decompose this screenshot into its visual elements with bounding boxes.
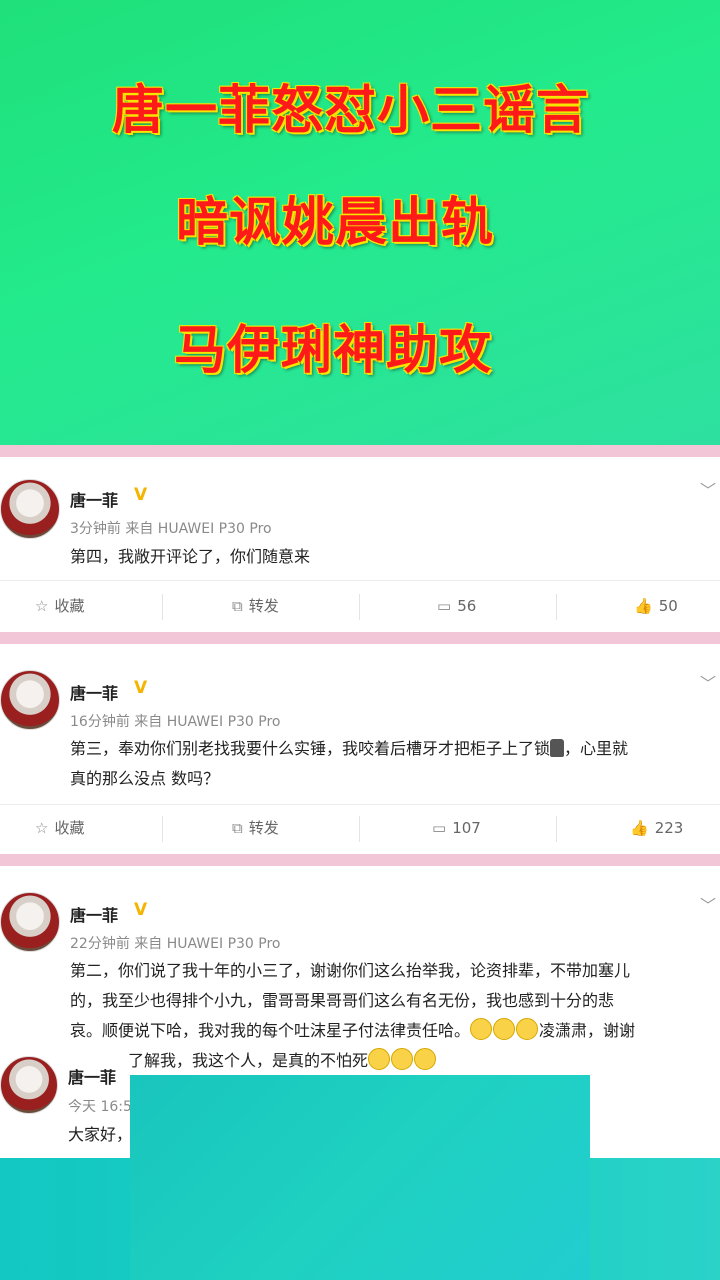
like-count: 50 — [658, 597, 678, 615]
headline-line-3: 马伊琍神助攻 — [174, 321, 493, 381]
avatar[interactable] — [0, 1056, 58, 1114]
headline-line-2: 暗讽姚晨出轨 — [176, 193, 495, 253]
speech-bubble-icon: ▭ — [437, 597, 452, 615]
verified-badge-icon: V — [134, 900, 148, 920]
divider — [0, 804, 720, 805]
divider — [162, 594, 163, 620]
divider — [162, 816, 163, 842]
post-text-part: ，心里就 — [564, 739, 629, 758]
post-actions: ☆ 收藏 ⧉ 转发 ▭ 56 👍 50 — [0, 586, 720, 626]
favorite-label: 收藏 — [54, 597, 85, 615]
repost-button[interactable]: ⧉ 转发 — [232, 808, 279, 848]
chevron-down-icon[interactable]: ﹀ — [700, 477, 716, 501]
grimace-emoji-icon — [470, 1018, 493, 1040]
post-text-part: 哀。顺便说下哈，我对我的每个吐沫星子付法律责任哈。 — [70, 1021, 471, 1040]
divider — [556, 594, 557, 620]
post-meta: 今天 16:5 — [68, 1099, 132, 1115]
post-actions: ☆ 收藏 ⧉ 转发 ▭ 107 👍 223 — [0, 808, 720, 848]
favorite-button[interactable]: ☆ 收藏 — [35, 586, 84, 626]
lock-icon — [550, 739, 565, 757]
overlay-panel — [130, 1075, 590, 1280]
share-box-icon: ⧉ — [232, 819, 243, 837]
repost-label: 转发 — [248, 819, 279, 837]
username[interactable]: 唐一菲 — [68, 1064, 116, 1088]
post-meta: 16分钟前 来自 HUAWEI P30 Pro — [70, 714, 281, 730]
separator — [0, 632, 720, 644]
chevron-down-icon[interactable]: ﹀ — [700, 892, 716, 916]
grimace-emoji-icon — [516, 1018, 539, 1040]
like-count: 223 — [654, 819, 684, 837]
repost-button[interactable]: ⧉ 转发 — [232, 586, 279, 626]
post-text-part: 凌潇肃，谢谢 — [539, 1021, 636, 1040]
post-text: 第四，我敞开评论了，你们随意来 — [70, 547, 311, 566]
avatar[interactable] — [0, 670, 60, 730]
verified-badge-icon: V — [134, 485, 148, 505]
post-meta: 22分钟前 来自 HUAWEI P30 Pro — [70, 936, 281, 952]
comment-button[interactable]: ▭ 56 — [437, 586, 476, 626]
post-text-part: 真的那么没点 数吗？ — [70, 769, 220, 788]
post-text-part: 第二，你们说了我十年的小三了，谢谢你们这么抬举我，论资排辈，不带加塞儿 — [70, 961, 631, 980]
title-banner: 唐一菲怒怼小三谣言 暗讽姚晨出轨 马伊琍神助攻 — [0, 0, 720, 445]
comment-count: 56 — [457, 597, 477, 615]
thumbs-up-icon: 👍 — [634, 597, 653, 615]
weibo-post: 唐一菲 V ﹀ 16分钟前 来自 HUAWEI P30 Pro 第三，奉劝你们别… — [0, 644, 720, 854]
headline-line-1: 唐一菲怒怼小三谣言 — [112, 81, 590, 141]
thumbs-up-icon: 👍 — [630, 819, 649, 837]
comment-count: 107 — [452, 819, 481, 837]
like-button[interactable]: 👍 50 — [634, 586, 678, 626]
share-box-icon: ⧉ — [232, 597, 243, 615]
username[interactable]: 唐一菲 — [70, 487, 118, 511]
post-text-part: 第三，奉劝你们别老找我要什么实锤，我咬着后槽牙才把柜子上了锁 — [70, 739, 551, 758]
username[interactable]: 唐一菲 — [70, 902, 118, 926]
comment-button[interactable]: ▭ 107 — [432, 808, 481, 848]
divider — [556, 816, 557, 842]
post-text-part: 的，我至少也得排个小九，雷哥哥果哥哥们这么有名无份，我也感到十分的悲 — [70, 991, 615, 1010]
verified-badge-icon: V — [134, 678, 148, 698]
star-outline-icon: ☆ — [35, 597, 49, 615]
divider — [0, 580, 720, 581]
like-button[interactable]: 👍 223 — [630, 808, 683, 848]
speech-bubble-icon: ▭ — [432, 819, 447, 837]
favorite-button[interactable]: ☆ 收藏 — [35, 808, 84, 848]
post-text: 第三，奉劝你们别老找我要什么实锤，我咬着后槽牙才把柜子上了锁 ，心里就 真的那么没… — [70, 734, 718, 794]
favorite-label: 收藏 — [54, 819, 85, 837]
avatar[interactable] — [0, 479, 60, 539]
avatar[interactable] — [0, 892, 60, 952]
grimace-emoji-icon — [493, 1018, 516, 1040]
divider — [359, 594, 360, 620]
username[interactable]: 唐一菲 — [70, 680, 118, 704]
star-outline-icon: ☆ — [35, 819, 49, 837]
post-meta: 3分钟前 来自 HUAWEI P30 Pro — [70, 521, 272, 537]
chevron-down-icon[interactable]: ﹀ — [700, 670, 716, 694]
weibo-post: 唐一菲 V ﹀ 3分钟前 来自 HUAWEI P30 Pro 第四，我敞开评论了… — [0, 457, 720, 632]
repost-label: 转发 — [248, 597, 279, 615]
separator — [0, 445, 720, 457]
divider — [359, 816, 360, 842]
separator — [0, 854, 720, 866]
